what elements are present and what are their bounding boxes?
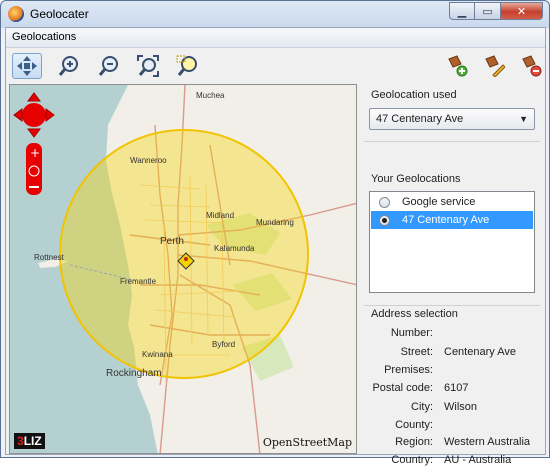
window-controls: ▁ ▭ ✕ xyxy=(449,2,543,20)
list-item[interactable]: Google service xyxy=(371,193,533,211)
address-row-county: County: xyxy=(361,419,543,437)
svg-text:+: + xyxy=(30,146,40,160)
address-row-region: Region: Western Australia xyxy=(361,436,543,454)
zoom-extent-button[interactable] xyxy=(133,53,163,79)
search-radius-circle xyxy=(59,129,309,379)
pan-tool-button[interactable] xyxy=(12,53,42,79)
title-bar[interactable]: Geolocater ▁ ▭ ✕ xyxy=(1,1,549,27)
list-item-label: Google service xyxy=(402,196,476,208)
divider xyxy=(364,305,540,306)
place-label: Byford xyxy=(212,340,235,349)
app-window: Geolocater ▁ ▭ ✕ Geolocations Muchea Wan… xyxy=(0,0,550,466)
zoom-in-button[interactable] xyxy=(54,53,84,79)
zoom-out-button[interactable] xyxy=(94,53,124,79)
list-item[interactable]: 47 Centenary Ave xyxy=(371,211,533,229)
zoom-in-icon xyxy=(58,56,78,76)
remove-location-icon xyxy=(522,55,542,77)
radio-icon[interactable] xyxy=(379,214,390,226)
address-value: Western Australia xyxy=(444,436,531,448)
address-value: 6107 xyxy=(444,382,469,394)
zoom-selection-icon xyxy=(176,55,197,76)
minimize-button[interactable]: ▁ xyxy=(449,2,475,20)
address-label: City: xyxy=(411,401,433,413)
geolocation-used-combo[interactable]: 47 Centenary Ave ▼ xyxy=(369,108,535,130)
your-geolocations-title: Your Geolocations xyxy=(371,173,461,185)
firefox-app-icon xyxy=(8,6,24,22)
address-row-postal-code: Postal code: 6107 xyxy=(361,382,543,400)
maximize-button[interactable]: ▭ xyxy=(475,2,501,20)
place-label: Fremantle xyxy=(120,277,157,286)
zoom-selection-button[interactable] xyxy=(172,53,202,79)
address-label: Postal code: xyxy=(372,382,433,394)
map-view[interactable]: Muchea Wanneroo Midland Mundaring Perth … xyxy=(9,84,357,454)
address-row-street: Street: Centenary Ave xyxy=(361,346,543,364)
zoom-extent-icon xyxy=(137,55,159,77)
address-label: County: xyxy=(395,419,433,431)
geolocations-list[interactable]: Google service 47 Centenary Ave xyxy=(369,191,535,293)
address-selection-title: Address selection xyxy=(371,308,458,320)
list-item-label: 47 Centenary Ave xyxy=(402,214,490,226)
remove-location-button[interactable] xyxy=(516,53,546,79)
close-button[interactable]: ✕ xyxy=(501,2,543,20)
address-label: Street: xyxy=(400,346,433,358)
map-attribution: OpenStreetMap xyxy=(262,436,352,449)
address-row-country: Country: AU - Australia xyxy=(361,454,543,472)
place-label: Muchea xyxy=(196,91,225,100)
menu-geolocations[interactable]: Geolocations xyxy=(12,31,76,43)
place-label: Rottnest xyxy=(34,253,65,262)
map-zoom-control[interactable]: + xyxy=(26,143,42,195)
address-label: Premises: xyxy=(384,364,433,376)
place-label: Midland xyxy=(206,211,234,220)
place-label: Rockingham xyxy=(106,368,162,379)
add-location-button[interactable] xyxy=(442,53,472,79)
add-location-icon xyxy=(448,55,468,77)
place-label: Perth xyxy=(160,236,184,247)
place-label: Mundaring xyxy=(256,218,294,227)
place-label: Wanneroo xyxy=(130,156,167,165)
edit-location-button[interactable] xyxy=(479,53,509,79)
address-row-premises: Premises: xyxy=(361,364,543,382)
address-label: Region: xyxy=(395,436,433,448)
address-row-number: Number: xyxy=(361,327,543,345)
zoom-out-icon xyxy=(98,56,118,76)
window-title: Geolocater xyxy=(30,7,89,21)
client-area: Geolocations Muchea Wanneroo Midland Mun… xyxy=(5,27,546,466)
address-label: Country: xyxy=(391,454,433,466)
geolocation-used-title: Geolocation used xyxy=(371,89,457,101)
toolbar xyxy=(6,49,545,83)
combo-value: 47 Centenary Ave xyxy=(376,113,464,125)
liz-logo: 3LIZ xyxy=(14,433,45,449)
pan-arrows-icon xyxy=(17,56,37,76)
menu-bar: Geolocations xyxy=(6,28,545,48)
address-row-city: City: Wilson xyxy=(361,401,543,419)
address-value: Wilson xyxy=(444,401,478,413)
address-value: AU - Australia xyxy=(444,454,512,466)
place-label: Kwinana xyxy=(142,350,173,359)
chevron-down-icon: ▼ xyxy=(519,114,528,124)
address-value: Centenary Ave xyxy=(444,346,516,358)
address-label: Number: xyxy=(390,327,433,339)
sidebar-panel: Geolocation used 47 Centenary Ave ▼ Your… xyxy=(361,84,543,466)
radio-icon[interactable] xyxy=(379,196,390,208)
map-canvas: Muchea Wanneroo Midland Mundaring Perth … xyxy=(10,85,356,453)
edit-location-icon xyxy=(485,55,505,77)
divider xyxy=(364,141,540,142)
place-label: Kalamunda xyxy=(214,244,255,253)
